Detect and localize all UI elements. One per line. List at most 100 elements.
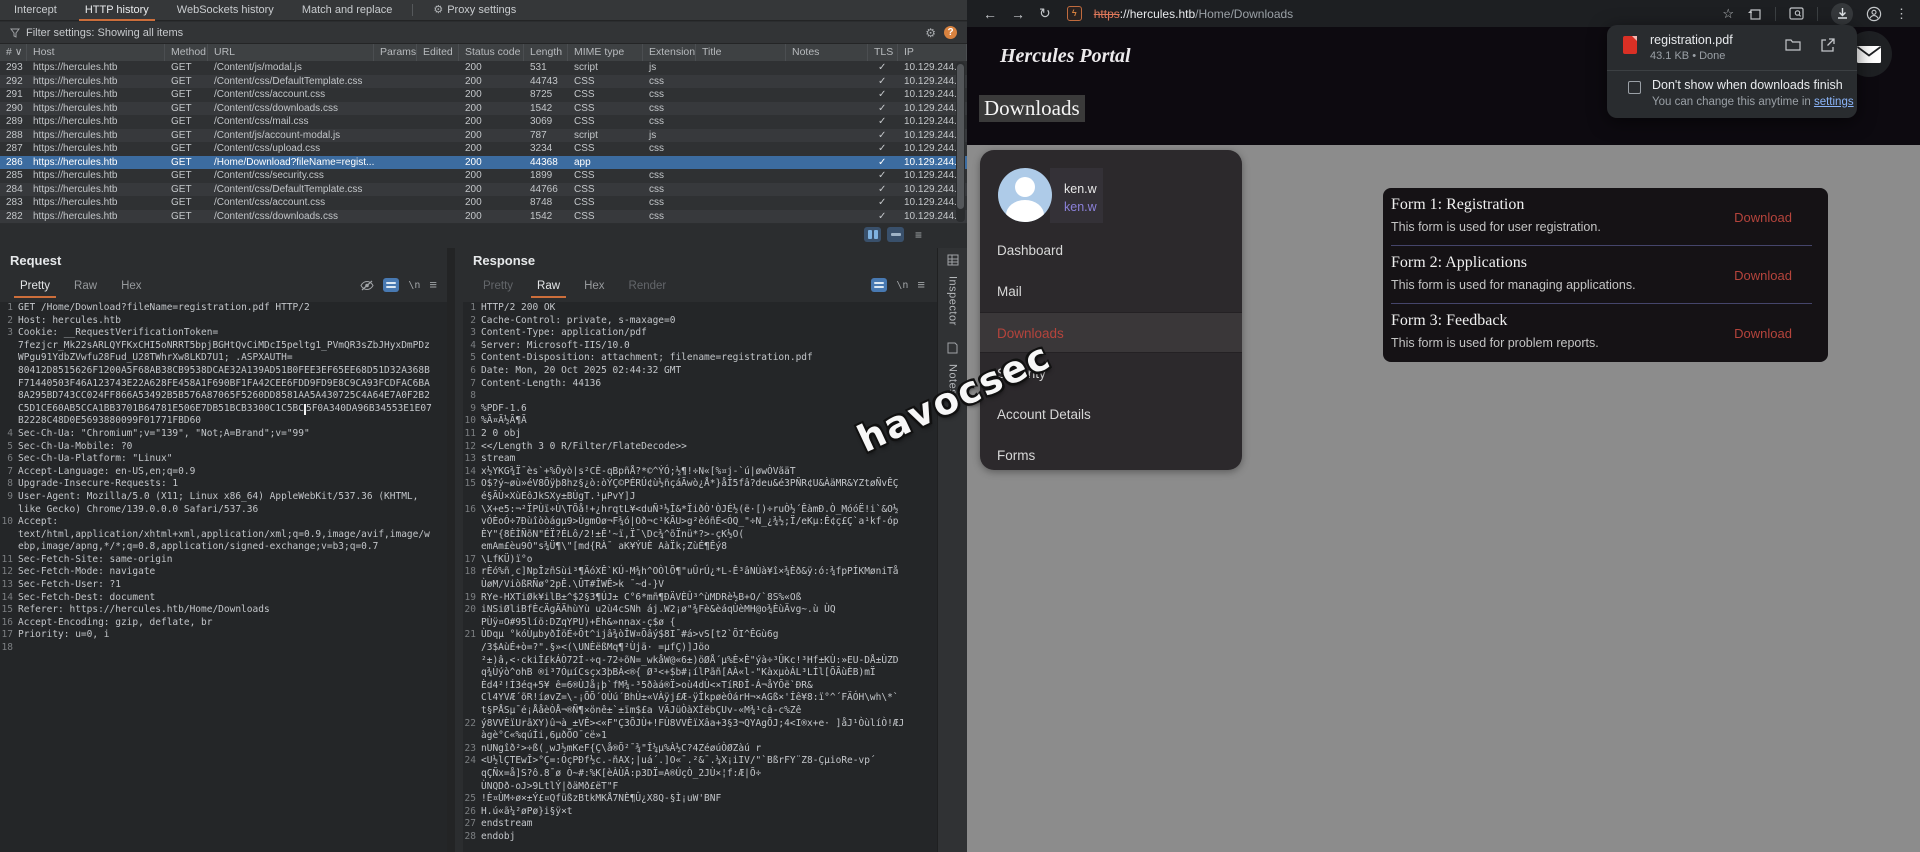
column-header[interactable]: Title	[696, 44, 786, 61]
downloads-toolbar-icon[interactable]	[1831, 3, 1853, 25]
tab-http-history[interactable]: HTTP history	[71, 0, 163, 21]
reload-icon[interactable]: ↻	[1039, 5, 1051, 22]
column-header[interactable]: Edited	[417, 44, 459, 61]
editor-line: 7fezjcr_Mk22sARLQYFKxCHI5oNRRT5bpjBGHtQv…	[0, 340, 447, 353]
response-tab-pretty[interactable]: Pretty	[471, 276, 525, 298]
profile-icon[interactable]	[1866, 6, 1882, 22]
funnel-icon	[10, 28, 20, 38]
show-in-folder-icon[interactable]	[1785, 38, 1801, 51]
editor-line: 6Date: Mon, 20 Oct 2025 02:44:32 GMT	[463, 365, 937, 378]
response-panel: Response Pretty Raw Hex Render \n ≡ 1HTT…	[463, 248, 937, 852]
column-header[interactable]: Params	[374, 44, 417, 61]
download-filename[interactable]: registration.pdf	[1650, 33, 1733, 47]
grid-icon[interactable]	[947, 254, 959, 266]
form-description: This form is used for managing applicati…	[1391, 278, 1636, 292]
editor-line: 5Sec-Ch-Ua-Mobile: ?0	[0, 441, 447, 454]
page-content: Downloads ken.w ken.w DashboardMailDownl…	[967, 145, 1920, 852]
editor-splitter: ≡	[0, 224, 967, 248]
newline-toggle[interactable]: \n	[408, 280, 420, 291]
form-download-link[interactable]: Download	[1734, 210, 1792, 225]
tab-websockets-history[interactable]: WebSockets history	[163, 0, 288, 21]
column-header[interactable]: URL	[208, 44, 374, 61]
sidebar-item-account-details[interactable]: Account Details	[980, 394, 1242, 435]
table-row[interactable]: 282https://hercules.htbGET/Content/css/d…	[0, 210, 967, 224]
response-tab-raw[interactable]: Raw	[525, 276, 572, 298]
editor-line: 3Content-Type: application/pdf	[463, 327, 937, 340]
proxy-tabbar: Intercept HTTP history WebSockets histor…	[0, 0, 967, 21]
table-row[interactable]: 284https://hercules.htbGET/Content/css/D…	[0, 183, 967, 197]
inspector-tab[interactable]: Inspector	[947, 276, 959, 326]
form-download-link[interactable]: Download	[1734, 268, 1792, 283]
column-header[interactable]: Status code	[459, 44, 524, 61]
editor-line: 28endobj	[463, 831, 937, 844]
settings-link[interactable]: settings	[1814, 96, 1854, 108]
table-scrollbar[interactable]	[956, 62, 965, 222]
forward-icon[interactable]: →	[1011, 6, 1025, 22]
table-row[interactable]: 293https://hercules.htbGET/Content/js/mo…	[0, 61, 967, 75]
table-row[interactable]: 291https://hercules.htbGET/Content/css/a…	[0, 88, 967, 102]
editor-line: 8Upgrade-Insecure-Requests: 1	[0, 478, 447, 491]
filter-bar[interactable]: Filter settings: Showing all items ⚙ ?	[0, 22, 967, 44]
help-icon[interactable]: ?	[944, 26, 957, 39]
newline-toggle[interactable]: \n	[896, 280, 908, 291]
table-row[interactable]: 285https://hercules.htbGET/Content/css/s…	[0, 169, 967, 183]
sidebar-item-forms[interactable]: Forms	[980, 435, 1242, 470]
table-row[interactable]: 286https://hercules.htbGET/Home/Download…	[0, 156, 967, 170]
column-header[interactable]: Host	[27, 44, 165, 61]
sidebar-item-dashboard[interactable]: Dashboard	[980, 230, 1242, 271]
column-header[interactable]: TLS	[868, 44, 898, 61]
column-header[interactable]: Notes	[786, 44, 868, 61]
request-tab-pretty[interactable]: Pretty	[8, 276, 62, 298]
menu-kebab-icon[interactable]: ⋮	[1895, 6, 1908, 22]
settings-gear-icon[interactable]: ⚙	[925, 26, 936, 40]
layout-rows-icon[interactable]	[887, 227, 904, 242]
response-editor[interactable]: 1HTTP/2 200 OK2Cache-Control: private, s…	[463, 302, 937, 852]
layout-menu-icon[interactable]: ≡	[910, 227, 927, 242]
editor-line: 4Server: Microsoft-IIS/10.0	[463, 340, 937, 353]
layout-columns-icon[interactable]	[864, 227, 881, 242]
soft-wrap-icon[interactable]	[871, 278, 887, 292]
editor-line: B2228C48D0E5693880099F01771FBD60	[0, 415, 447, 428]
response-menu-icon[interactable]: ≡	[917, 280, 925, 290]
table-row[interactable]: 289https://hercules.htbGET/Content/css/m…	[0, 115, 967, 129]
side-search-icon[interactable]	[1789, 7, 1804, 20]
user-profile-link[interactable]: ken.w	[1064, 200, 1097, 214]
request-menu-icon[interactable]: ≡	[429, 280, 437, 290]
table-header[interactable]: # ∨HostMethodURLParamsEditedStatus codeL…	[0, 44, 967, 61]
dont-show-checkbox[interactable]	[1628, 81, 1641, 94]
request-tab-hex[interactable]: Hex	[109, 276, 153, 298]
request-tab-raw[interactable]: Raw	[62, 276, 109, 298]
table-row[interactable]: 292https://hercules.htbGET/Content/css/D…	[0, 75, 967, 89]
soft-wrap-icon[interactable]	[383, 278, 399, 292]
column-header[interactable]: MIME type	[568, 44, 643, 61]
tab-intercept[interactable]: Intercept	[0, 0, 71, 21]
address-bar[interactable]: https://hercules.htb/Home/Downloads	[1094, 7, 1293, 21]
back-icon[interactable]: ←	[983, 6, 997, 22]
open-in-new-icon[interactable]	[1821, 38, 1835, 52]
column-header[interactable]: Method	[165, 44, 208, 61]
editor-line: àgè°C«%qúÍi,6µðÕO¯cë»1	[463, 730, 937, 743]
sidebar-card: ken.w ken.w DashboardMailDownloadsSecuri…	[980, 150, 1242, 470]
table-row[interactable]: 283https://hercules.htbGET/Content/css/a…	[0, 196, 967, 210]
burp-extension-icon[interactable]: ϟ	[1067, 6, 1082, 21]
column-header[interactable]: Length	[524, 44, 568, 61]
bookmark-icon[interactable]: ☆	[1722, 6, 1734, 22]
column-header[interactable]: Extension	[643, 44, 696, 61]
column-header[interactable]: IP	[898, 44, 967, 61]
sidebar-item-mail[interactable]: Mail	[980, 271, 1242, 312]
response-tab-hex[interactable]: Hex	[572, 276, 616, 298]
request-editor[interactable]: 1GET /Home/Download?fileName=registratio…	[0, 302, 447, 852]
table-row[interactable]: 290https://hercules.htbGET/Content/css/d…	[0, 102, 967, 116]
editor-line: 10Accept:	[0, 516, 447, 529]
table-row[interactable]: 287https://hercules.htbGET/Content/css/u…	[0, 142, 967, 156]
hide-icon[interactable]	[360, 280, 374, 291]
tab-proxy-settings[interactable]: ⚙Proxy settings	[419, 0, 530, 21]
editor-line: ²±)â,<·ckiÎ£kÁÒ72Í-÷q-72÷õN=_wkåW@«6±)öØ…	[463, 655, 937, 668]
column-header[interactable]: # ∨	[0, 44, 27, 61]
table-row[interactable]: 288https://hercules.htbGET/Content/js/ac…	[0, 129, 967, 143]
tab-match-replace[interactable]: Match and replace	[288, 0, 407, 21]
url-host: ://hercules.htb	[1120, 7, 1195, 21]
restore-tab-icon[interactable]	[1747, 7, 1762, 21]
form-download-link[interactable]: Download	[1734, 326, 1792, 341]
response-tab-render[interactable]: Render	[617, 276, 679, 298]
